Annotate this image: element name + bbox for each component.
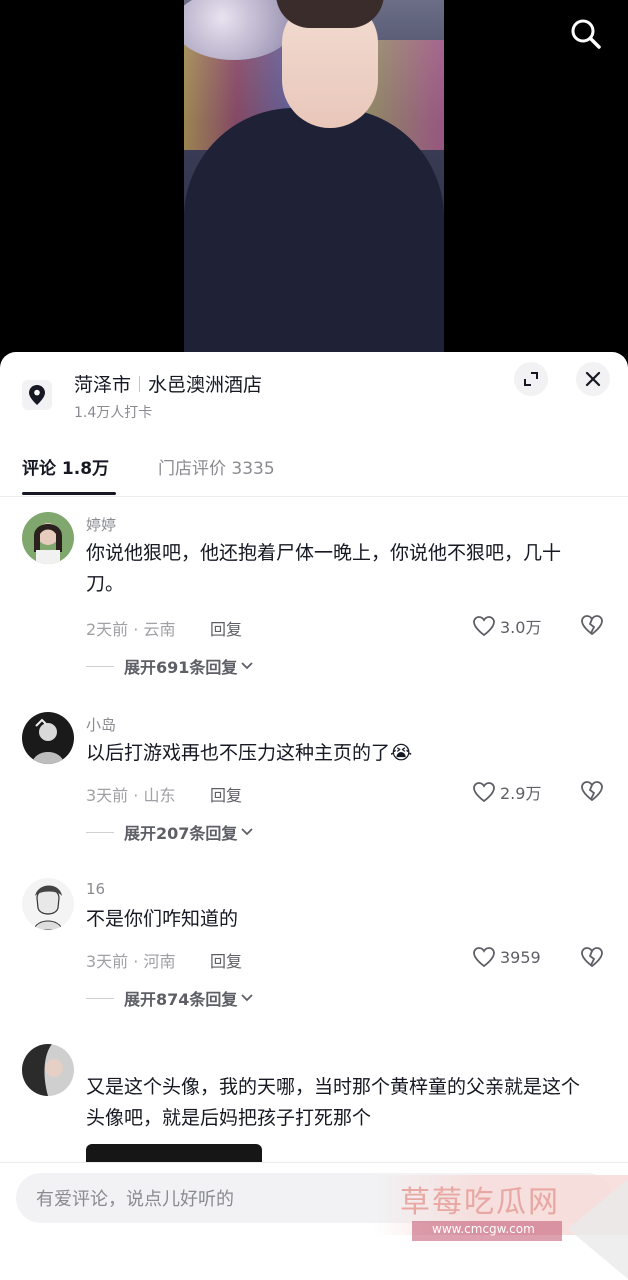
watermark-triangle	[568, 1179, 628, 1279]
comment-text: 以后打游戏再也不压力这种主页的了😭	[86, 742, 413, 764]
comment-meta: 3天前 · 山东	[86, 786, 176, 805]
expand-line	[86, 997, 114, 999]
like-button[interactable]: 3959	[472, 946, 541, 968]
poi-city: 菏泽市	[74, 374, 132, 396]
chevron-down-icon	[241, 828, 254, 836]
person-body	[184, 108, 444, 352]
comment-sheet: 菏泽市 水邑澳洲酒店 1.4万人打卡 评论 1.8万 门店评价 3335 婷婷 …	[0, 352, 628, 1280]
comment-nickname[interactable]: 婷婷	[86, 514, 116, 535]
expand-line	[86, 831, 114, 833]
reply-button[interactable]: 回复	[210, 948, 242, 972]
expand-replies-label: 展开691条回复	[124, 658, 238, 677]
heart-icon	[473, 947, 495, 968]
avatar[interactable]	[22, 712, 74, 764]
poi-name: 水邑澳洲酒店	[148, 374, 263, 396]
dislike-button[interactable]	[580, 946, 604, 972]
tab-active-indicator	[22, 492, 116, 495]
poi-checkins: 1.4万人打卡	[74, 405, 153, 421]
comment-meta: 3天前 · 河南	[86, 952, 176, 971]
watermark: 草莓吃瓜网 www.cmcgw.com	[372, 1165, 628, 1280]
expand-line	[86, 665, 114, 667]
expand-button[interactable]	[514, 362, 548, 396]
watermark-url: www.cmcgw.com	[432, 1222, 535, 1236]
expand-replies[interactable]: 展开874条回复	[86, 986, 255, 1010]
chevron-down-icon	[241, 662, 254, 670]
comment-meta: 2天前 · 云南	[86, 620, 176, 639]
poi-title[interactable]: 菏泽市 水邑澳洲酒店	[74, 370, 262, 397]
heart-icon	[473, 782, 495, 803]
location-pin-icon	[22, 380, 52, 410]
reply-button[interactable]: 回复	[210, 616, 242, 640]
tab-comments[interactable]: 评论 1.8万	[22, 454, 109, 479]
tab-bar: 评论 1.8万 门店评价 3335	[0, 446, 628, 497]
dislike-button[interactable]	[580, 614, 604, 640]
like-count: 3.0万	[500, 618, 542, 637]
watermark-title: 草莓吃瓜网	[400, 1185, 560, 1220]
expand-replies-label: 展开207条回复	[124, 824, 238, 843]
broken-heart-icon	[581, 615, 603, 636]
like-button[interactable]: 2.9万	[472, 780, 541, 804]
expand-replies[interactable]: 展开207条回复	[86, 820, 255, 844]
broken-heart-icon	[581, 781, 603, 802]
comment-nickname[interactable]: 16	[86, 880, 105, 898]
comment-text: 又是这个头像，我的天哪，当时那个黄梓童的父亲就是这个头像吧，就是后妈把孩子打死那…	[86, 1076, 581, 1129]
like-button[interactable]: 3.0万	[472, 614, 541, 638]
avatar[interactable]	[22, 1044, 74, 1096]
comment-list[interactable]: 婷婷 你说他狠吧，他还抱着尸体一晚上，你说他不狠吧，几十刀。 2天前 · 云南 …	[0, 498, 628, 1178]
expand-icon	[524, 372, 538, 386]
close-button[interactable]	[576, 362, 610, 396]
expand-replies[interactable]: 展开691条回复	[86, 654, 255, 678]
comment-nickname[interactable]: 小岛	[86, 714, 116, 735]
tab-store-reviews[interactable]: 门店评价 3335	[158, 454, 275, 479]
avatar[interactable]	[22, 878, 74, 930]
comment-input-bar: 草莓吃瓜网 www.cmcgw.com	[0, 1162, 628, 1280]
comment-text: 你说他狠吧，他还抱着尸体一晚上，你说他不狠吧，几十刀。	[86, 542, 562, 595]
broken-heart-icon	[581, 947, 603, 968]
poi-divider	[139, 376, 141, 392]
expand-replies-label: 展开874条回复	[124, 990, 238, 1009]
video-frame	[184, 0, 444, 352]
search-icon	[571, 19, 601, 49]
like-count: 3959	[500, 947, 541, 967]
embedded-image[interactable]	[86, 1144, 262, 1164]
chevron-down-icon	[241, 994, 254, 1002]
like-count: 2.9万	[500, 784, 542, 803]
avatar[interactable]	[22, 512, 74, 564]
dislike-button[interactable]	[580, 780, 604, 806]
close-icon	[585, 371, 601, 387]
video-player[interactable]	[0, 0, 628, 352]
reply-button[interactable]: 回复	[210, 782, 242, 806]
heart-icon	[473, 616, 495, 637]
comment-text: 不是你们咋知道的	[86, 908, 239, 930]
search-button[interactable]	[566, 14, 606, 54]
poi-header[interactable]: 菏泽市 水邑澳洲酒店 1.4万人打卡	[0, 352, 628, 432]
